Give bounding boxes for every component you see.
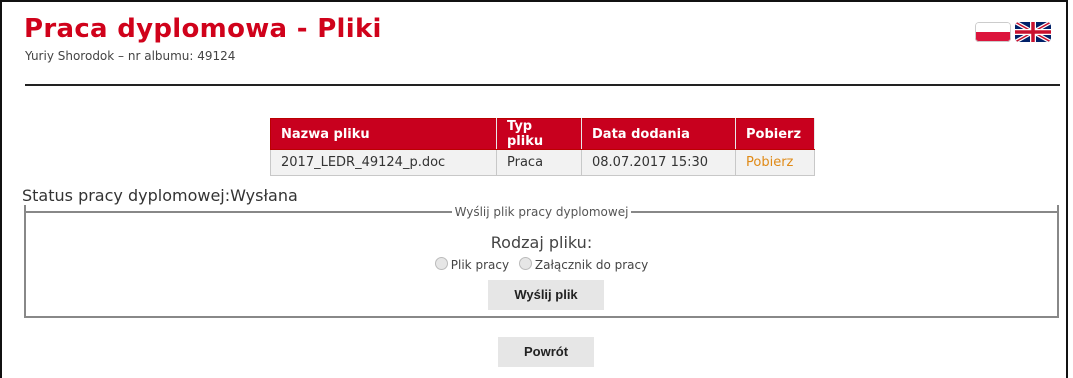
upload-legend-row: Wyślij plik pracy dyplomowej: [24, 205, 1059, 219]
polish-flag-icon[interactable]: [975, 22, 1011, 42]
legend-line-left: [24, 211, 452, 213]
header-divider: [25, 84, 1060, 86]
send-file-button[interactable]: Wyślij plik: [488, 280, 604, 310]
files-table: Nazwa pliku Typ pliku Data dodania Pobie…: [270, 118, 815, 176]
page-title: Praca dyplomowa - Pliki: [24, 14, 382, 44]
radio-button-icon[interactable]: [434, 257, 448, 270]
column-header-date-added: Data dodania: [581, 118, 736, 150]
column-header-file-name: Nazwa pliku: [270, 118, 497, 150]
table-header-row: Nazwa pliku Typ pliku Data dodania Pobie…: [270, 118, 815, 150]
date-added-cell: 08.07.2017 15:30: [581, 149, 736, 176]
radio-label-thesis-file: Plik pracy: [450, 258, 510, 272]
back-button[interactable]: Powrót: [498, 337, 594, 367]
language-switcher: [975, 22, 1051, 42]
radio-button-icon[interactable]: [518, 257, 532, 270]
column-header-download: Pobierz: [735, 118, 815, 150]
thesis-status: Status pracy dyplomowej:Wysłana: [22, 186, 298, 205]
upload-form: Wyślij plik pracy dyplomowej Rodzaj plik…: [24, 205, 1059, 318]
radio-option-attachment[interactable]: Załącznik do pracy: [518, 257, 649, 272]
legend-line-right: [631, 211, 1059, 213]
english-flag-icon[interactable]: [1015, 22, 1051, 42]
column-header-file-type: Typ pliku: [496, 118, 582, 150]
file-type-cell: Praca: [496, 149, 582, 176]
file-name-cell: 2017_LEDR_49124_p.doc: [270, 149, 497, 176]
file-type-label: Rodzaj pliku:: [490, 233, 593, 252]
download-link[interactable]: Pobierz: [735, 149, 815, 176]
table-row: 2017_LEDR_49124_p.doc Praca 08.07.2017 1…: [270, 149, 815, 176]
upload-legend: Wyślij plik pracy dyplomowej: [454, 205, 629, 219]
radio-label-attachment: Załącznik do pracy: [534, 258, 649, 272]
radio-option-thesis-file[interactable]: Plik pracy: [434, 257, 513, 272]
file-type-radio-group: Plik pracy Załącznik do pracy: [26, 257, 1057, 272]
student-info: Yuriy Shorodok – nr albumu: 49124: [25, 49, 236, 63]
